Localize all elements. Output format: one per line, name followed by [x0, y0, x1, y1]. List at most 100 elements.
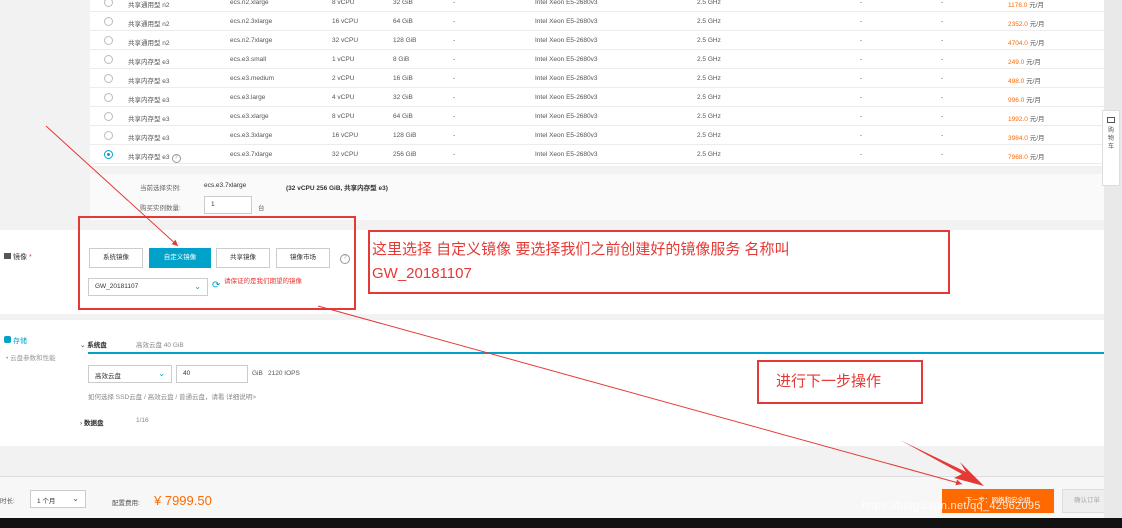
cell-dash: - — [453, 94, 456, 101]
cell-freq: 2.5 GHz — [697, 132, 721, 139]
cell-price: 3984.0 元/月 — [1008, 135, 1045, 142]
cell-dash: - — [453, 75, 456, 82]
cell-vcpu: 2 vCPU — [332, 75, 355, 82]
cell-d1: - — [860, 18, 863, 25]
cell-mem: 128 GiB — [393, 37, 417, 44]
cell-vcpu: 16 vCPU — [332, 132, 359, 139]
cell-family: 共享通用型 n2 — [128, 21, 170, 28]
watermark: https://blog.csdn.net/qq_42962095 — [862, 500, 1041, 512]
ecs-purchase-page: 共享通用型 n2 ecs.n2.xlarge 8 vCPU 32 GiB - Intel … — [0, 0, 1122, 528]
duration-label: 时长: — [0, 498, 15, 505]
disk-hint-link[interactable]: 如何选择 SSD云盘 / 高效云盘 / 普通云盘，请看 详细说明> — [88, 391, 256, 401]
cell-mem: 16 GiB — [393, 75, 413, 82]
fee-value: ¥ 7999.50 — [154, 493, 212, 508]
cell-d2: - — [941, 18, 944, 25]
cell-family: 共享通用型 n2 — [128, 2, 170, 9]
cell-spec: ecs.n2.7xlarge — [230, 37, 273, 44]
cell-family: 共享通用型 n2 — [128, 40, 170, 47]
cell-mem: 32 GiB — [393, 0, 413, 6]
help-icon[interactable]: ? — [171, 154, 181, 163]
disk-iops: 2120 IOPS — [268, 370, 300, 377]
cell-freq: 2.5 GHz — [697, 75, 721, 82]
cell-spec: ecs.e3.xlarge — [230, 113, 269, 120]
image-note-line2: GW_20181107 — [372, 265, 472, 282]
cell-d1: - — [860, 0, 863, 6]
table-row[interactable]: 共享内存型 e3 ecs.e3.xlarge 8 vCPU 64 GiB - Intel … — [90, 107, 1106, 126]
cell-dash: - — [453, 56, 456, 63]
cell-d2: - — [941, 37, 944, 44]
cell-cpu: Intel Xeon E5-2680v3 — [535, 18, 598, 25]
cell-d2: - — [941, 75, 944, 82]
row-radio[interactable] — [104, 93, 113, 102]
cell-freq: 2.5 GHz — [697, 113, 721, 120]
table-row[interactable]: 共享内存型 e3 ecs.e3.small 1 vCPU 8 GiB - Intel Xe… — [90, 50, 1106, 69]
cell-price: 4704.0 元/月 — [1008, 40, 1045, 47]
storage-icon — [4, 336, 11, 343]
cell-mem: 128 GiB — [393, 132, 417, 139]
row-radio[interactable] — [104, 17, 113, 26]
cell-spec: ecs.e3.small — [230, 56, 267, 63]
table-row[interactable]: 共享通用型 n2 ecs.n2.7xlarge 32 vCPU 128 GiB - Int… — [90, 31, 1106, 50]
disk-type-select[interactable]: 高效云盘 ⌄ — [88, 365, 172, 383]
cell-mem: 8 GiB — [393, 56, 410, 63]
cell-cpu: Intel Xeon E5-2680v3 — [535, 75, 598, 82]
table-row[interactable]: 共享内存型 e3 ecs.e3.large 4 vCPU 32 GiB - Intel X… — [90, 88, 1106, 107]
row-radio[interactable] — [104, 74, 113, 83]
cell-cpu: Intel Xeon E5-2680v3 — [535, 0, 598, 6]
cell-vcpu: 32 vCPU — [332, 37, 359, 44]
cell-freq: 2.5 GHz — [697, 56, 721, 63]
quantity-unit: 台 — [258, 205, 265, 212]
cell-family: 共享内存型 e3 — [128, 59, 170, 66]
image-annotation-box — [78, 216, 356, 310]
cell-spec: ecs.e3.3xlarge — [230, 132, 273, 139]
cell-family: 共享内存型 e3 — [128, 97, 170, 104]
image-section-title: 镜像 * — [4, 252, 32, 262]
cell-d2: - — [941, 151, 944, 158]
cell-dash: - — [453, 132, 456, 139]
table-row[interactable]: 共享内存型 e3 ecs.e3.medium 2 vCPU 16 GiB - Intel … — [90, 69, 1106, 88]
cell-price: 1176.0 元/月 — [1008, 2, 1045, 9]
row-radio[interactable] — [104, 112, 113, 121]
cell-d1: - — [860, 113, 863, 120]
scrollbar[interactable] — [1104, 0, 1122, 528]
table-row[interactable]: 共享通用型 n2 ecs.n2.3xlarge 16 vCPU 64 GiB - Inte… — [90, 12, 1106, 31]
cell-d2: - — [941, 0, 944, 6]
quantity-input[interactable]: 1 — [204, 196, 252, 214]
image-icon — [4, 253, 11, 259]
cell-dash: - — [453, 151, 456, 158]
cell-dash: - — [453, 18, 456, 25]
disk-unit: GiB — [252, 370, 263, 377]
row-radio[interactable] — [104, 36, 113, 45]
row-radio[interactable] — [104, 131, 113, 140]
cell-vcpu: 8 vCPU — [332, 0, 355, 6]
table-row[interactable]: 共享通用型 n2 ecs.n2.xlarge 8 vCPU 32 GiB - Intel … — [90, 0, 1106, 12]
row-radio[interactable] — [104, 150, 113, 159]
cell-freq: 2.5 GHz — [697, 94, 721, 101]
cell-dash: - — [453, 37, 456, 44]
cell-mem: 64 GiB — [393, 18, 413, 25]
row-radio[interactable] — [104, 0, 113, 7]
row-radio[interactable] — [104, 55, 113, 64]
cell-d1: - — [860, 132, 863, 139]
shopping-cart-float[interactable]: 购 物 车 — [1102, 110, 1120, 186]
cell-cpu: Intel Xeon E5-2680v3 — [535, 94, 598, 101]
cell-price: 996.0 元/月 — [1008, 97, 1041, 104]
table-row[interactable]: 共享内存型 e3 ecs.e3.3xlarge 16 vCPU 128 GiB - Int… — [90, 126, 1106, 145]
cell-cpu: Intel Xeon E5-2680v3 — [535, 132, 598, 139]
cell-d1: - — [860, 94, 863, 101]
disk-size-input[interactable]: 40 — [176, 365, 248, 383]
cell-vcpu: 8 vCPU — [332, 113, 355, 120]
data-disk-label[interactable]: › 数据盘 — [80, 417, 103, 427]
cell-spec: ecs.e3.large — [230, 94, 266, 101]
cell-family: 共享内存型 e3 — [128, 78, 170, 85]
duration-select[interactable]: 1 个月 ⌄ — [30, 490, 86, 508]
table-row[interactable]: 共享内存型 e3? ecs.e3.7xlarge 32 vCPU 256 GiB - In… — [90, 145, 1106, 164]
cell-dash: - — [453, 113, 456, 120]
cell-spec: ecs.n2.3xlarge — [230, 18, 273, 25]
cell-d2: - — [941, 132, 944, 139]
cell-mem: 64 GiB — [393, 113, 413, 120]
storage-section: 存储 • 云盘参数和性能 ⌄ 系统盘 高效云盘 40 GiB 高效云盘 ⌄ 40… — [0, 320, 1112, 446]
cell-price: 7968.0 元/月 — [1008, 154, 1045, 161]
cell-vcpu: 4 vCPU — [332, 94, 355, 101]
chevron-down-icon: ⌄ — [158, 369, 165, 378]
